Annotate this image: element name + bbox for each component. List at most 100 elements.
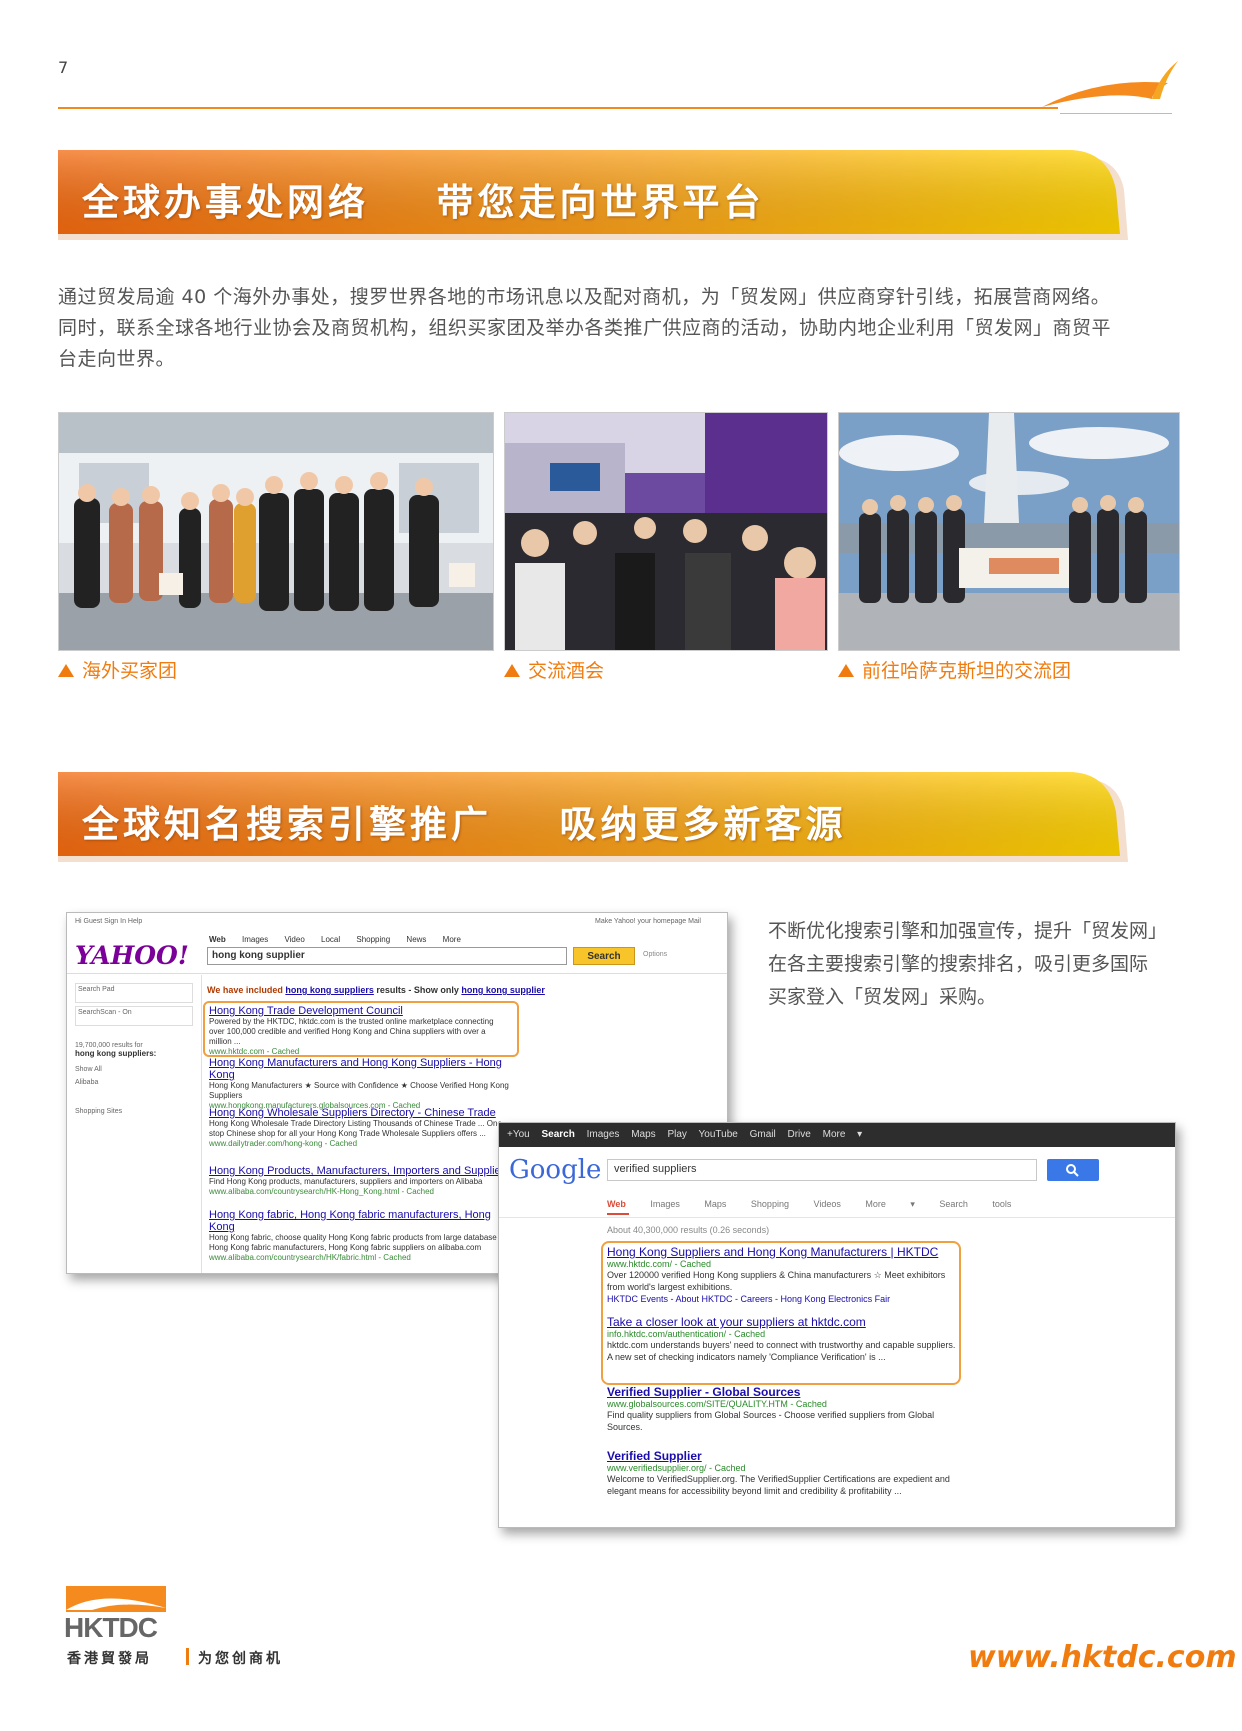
tab-maps[interactable]: Maps bbox=[704, 1199, 726, 1209]
triangle-icon bbox=[58, 664, 74, 677]
yahoo-notice: We have included hong kong suppliers res… bbox=[207, 985, 717, 995]
triangle-icon bbox=[504, 664, 520, 677]
photo-networking-reception bbox=[504, 412, 828, 651]
triangle-icon bbox=[838, 664, 854, 677]
result-title[interactable]: Hong Kong Wholesale Suppliers Directory … bbox=[209, 1107, 519, 1119]
tab-images[interactable]: Images bbox=[242, 935, 268, 944]
filter-shopping-sites[interactable]: Shopping Sites bbox=[75, 1108, 193, 1115]
result-title[interactable]: Hong Kong Trade Development Council bbox=[209, 1005, 509, 1017]
result-url[interactable]: www.hktdc.com/ - Cached bbox=[607, 1259, 957, 1269]
yahoo-homepage-link[interactable]: Make Yahoo! your homepage Mail bbox=[595, 918, 701, 925]
tab-local[interactable]: Local bbox=[321, 935, 340, 944]
tab-more[interactable]: More bbox=[443, 935, 461, 944]
yahoo-user-links[interactable]: Hi Guest Sign In Help bbox=[75, 918, 142, 925]
nav-gmail[interactable]: Gmail bbox=[750, 1129, 776, 1140]
header-rule-gray bbox=[1060, 113, 1172, 114]
nav-youtube[interactable]: YouTube bbox=[699, 1129, 738, 1140]
slogan-divider bbox=[186, 1648, 189, 1665]
nav-more[interactable]: More ▾ bbox=[823, 1129, 863, 1140]
nav-maps[interactable]: Maps bbox=[631, 1129, 655, 1140]
photo-caption: 前往哈萨克斯坦的交流团 bbox=[838, 656, 1071, 683]
result-desc: hktdc.com understands buyers' need to co… bbox=[607, 1340, 956, 1362]
result-url[interactable]: www.dailytrader.com/hong-kong - Cached bbox=[209, 1139, 519, 1148]
nav-you[interactable]: +You bbox=[507, 1129, 530, 1140]
tab-shopping[interactable]: Shopping bbox=[751, 1199, 789, 1209]
result-desc: Find Hong Kong products, manufacturers, … bbox=[209, 1177, 483, 1186]
photo-kazakhstan-delegation bbox=[838, 412, 1180, 651]
filter-alibaba[interactable]: Alibaba bbox=[75, 1079, 193, 1086]
result-title[interactable]: Hong Kong Products, Manufacturers, Impor… bbox=[209, 1165, 519, 1177]
search-result: Take a closer look at your suppliers at … bbox=[607, 1315, 957, 1363]
reception-photo-illustration bbox=[505, 413, 827, 650]
result-stats: About 40,300,000 results (0.26 seconds) bbox=[607, 1225, 770, 1235]
result-title[interactable]: Verified Supplier - Global Sources bbox=[607, 1385, 957, 1399]
nav-search[interactable]: Search bbox=[542, 1129, 575, 1140]
filter-show-all[interactable]: Show All bbox=[75, 1066, 193, 1073]
paragraph-line: 在各主要搜索引擎的搜索排名，吸引更多国际 bbox=[768, 953, 1149, 975]
photo-overseas-buyers bbox=[58, 412, 494, 651]
search-promo-paragraph: 不断优化搜索引擎和加强宣传，提升「贸发网」 在各主要搜索引擎的搜索排名，吸引更多… bbox=[768, 915, 1188, 1014]
swoosh-logo-mark bbox=[1042, 61, 1178, 107]
intro-line: 台走向世界。 bbox=[58, 348, 176, 370]
yahoo-sidebar: Search Pad SearchScan - On 19,700,000 re… bbox=[75, 983, 193, 1115]
search-result: Hong Kong fabric, Hong Kong fabric manuf… bbox=[209, 1209, 519, 1262]
result-sitelinks[interactable]: HKTDC Events - About HKTDC - Careers - H… bbox=[607, 1293, 957, 1305]
google-search-input[interactable]: verified suppliers bbox=[607, 1159, 1037, 1181]
search-pad-item[interactable]: Search Pad bbox=[75, 983, 193, 1003]
group-photo-illustration bbox=[59, 413, 493, 650]
divider bbox=[67, 973, 727, 974]
result-title[interactable]: Hong Kong Manufacturers and Hong Kong Su… bbox=[209, 1057, 519, 1081]
result-title[interactable]: Hong Kong Suppliers and Hong Kong Manufa… bbox=[607, 1245, 957, 1259]
result-url[interactable]: info.hktdc.com/authentication/ - Cached bbox=[607, 1329, 957, 1339]
divider bbox=[499, 1217, 1175, 1218]
tab-images[interactable]: Images bbox=[650, 1199, 680, 1209]
caption-text: 前往哈萨克斯坦的交流团 bbox=[862, 660, 1072, 682]
result-url[interactable]: www.verifiedsupplier.org/ - Cached bbox=[607, 1463, 957, 1473]
result-title[interactable]: Hong Kong fabric, Hong Kong fabric manuf… bbox=[209, 1209, 519, 1233]
yahoo-search-button[interactable]: Search bbox=[573, 947, 635, 965]
result-url[interactable]: www.globalsources.com/SITE/QUALITY.HTM -… bbox=[607, 1399, 957, 1409]
result-url[interactable]: www.alibaba.com/countrysearch/HK/fabric.… bbox=[209, 1253, 519, 1262]
yahoo-tab-bar: Web Images Video Local Shopping News Mor… bbox=[209, 935, 461, 944]
tab-more[interactable]: More ▾ bbox=[865, 1199, 915, 1209]
result-count: 19,700,000 results for bbox=[75, 1042, 143, 1049]
result-query: hong kong suppliers: bbox=[75, 1049, 157, 1058]
search-result: Verified Supplier - Global Sources www.g… bbox=[607, 1385, 957, 1433]
notice-link[interactable]: hong kong supplier bbox=[461, 985, 545, 995]
google-top-bar: +You Search Images Maps Play YouTube Gma… bbox=[499, 1123, 1175, 1147]
website-url[interactable]: www.hktdc.com bbox=[968, 1640, 1237, 1675]
nav-images[interactable]: Images bbox=[587, 1129, 620, 1140]
tab-search-tools[interactable]: Search tools bbox=[939, 1199, 1011, 1209]
yahoo-options-link[interactable]: Options bbox=[643, 951, 667, 958]
result-url[interactable]: www.alibaba.com/countrysearch/HK-Hong_Ko… bbox=[209, 1187, 519, 1196]
notice-text: results - Show only bbox=[373, 985, 462, 995]
page-number: 7 bbox=[58, 58, 69, 77]
search-result: Hong Kong Products, Manufacturers, Impor… bbox=[209, 1165, 519, 1196]
search-result: Hong Kong Manufacturers and Hong Kong Su… bbox=[209, 1057, 519, 1110]
caption-text: 海外买家团 bbox=[82, 660, 178, 682]
notice-link[interactable]: hong kong suppliers bbox=[285, 985, 374, 995]
result-title[interactable]: Take a closer look at your suppliers at … bbox=[607, 1315, 957, 1329]
result-title[interactable]: Verified Supplier bbox=[607, 1449, 957, 1463]
tab-web[interactable]: Web bbox=[607, 1199, 626, 1209]
nav-play[interactable]: Play bbox=[667, 1129, 686, 1140]
nav-drive[interactable]: Drive bbox=[788, 1129, 811, 1140]
google-search-button[interactable] bbox=[1047, 1159, 1099, 1181]
tab-video[interactable]: Video bbox=[284, 935, 304, 944]
tab-shopping[interactable]: Shopping bbox=[356, 935, 390, 944]
notice-text: We have included bbox=[207, 985, 286, 995]
tab-web[interactable]: Web bbox=[209, 935, 226, 944]
hktdc-logo-chinese: 香港貿發局 bbox=[67, 1651, 152, 1667]
paragraph-line: 不断优化搜索引擎和加强宣传，提升「贸发网」 bbox=[768, 920, 1168, 942]
tab-videos[interactable]: Videos bbox=[813, 1199, 840, 1209]
section-title: 全球知名搜索引擎推广 吸纳更多新客源 bbox=[82, 803, 847, 846]
result-desc: Hong Kong fabric, choose quality Hong Ko… bbox=[209, 1233, 506, 1252]
searchscan-item[interactable]: SearchScan - On bbox=[75, 1006, 193, 1026]
header-rule bbox=[58, 107, 1058, 109]
result-url[interactable]: www.hktdc.com - Cached bbox=[209, 1047, 509, 1056]
result-desc: Hong Kong Manufacturers ★ Source with Co… bbox=[209, 1081, 509, 1100]
tab-news[interactable]: News bbox=[406, 935, 426, 944]
result-desc: Find quality suppliers from Global Sourc… bbox=[607, 1410, 935, 1432]
yahoo-search-input[interactable]: hong kong supplier bbox=[207, 947, 567, 965]
google-nav-links: +You Search Images Maps Play YouTube Gma… bbox=[507, 1129, 862, 1140]
